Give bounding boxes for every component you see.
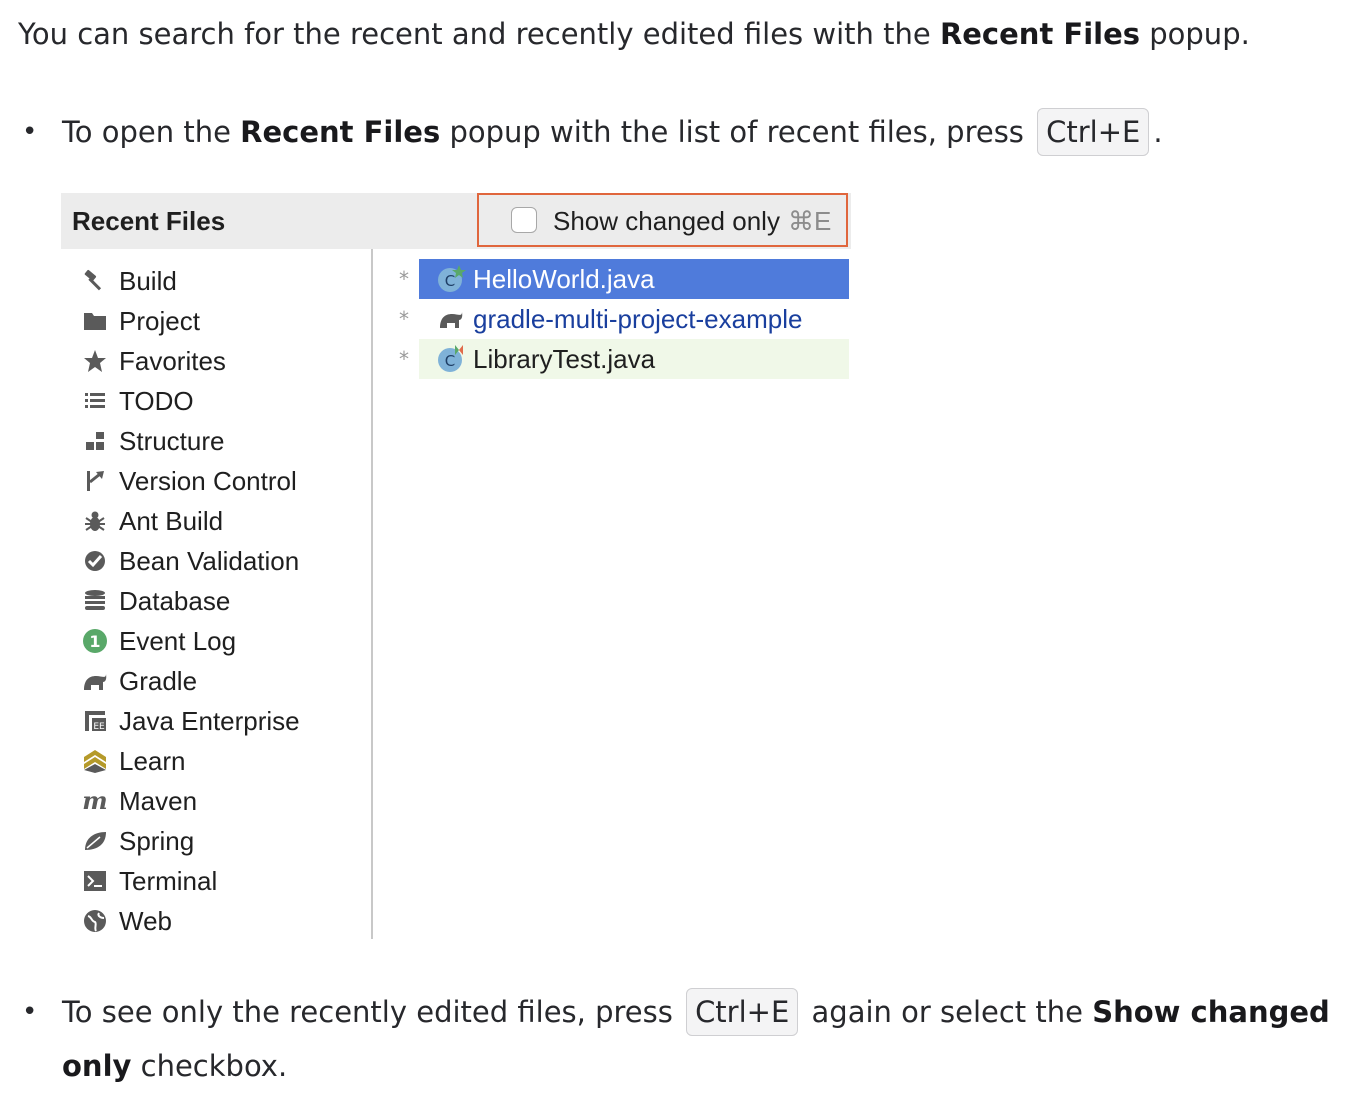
tool-window-label: Gradle bbox=[119, 666, 198, 696]
gradle-elephant-icon bbox=[81, 667, 109, 695]
tool-window-label: Database bbox=[119, 586, 231, 616]
bullet1-text-mid: popup with the list of recent files, pre… bbox=[440, 115, 1034, 149]
bullet2-text-end: checkbox. bbox=[131, 1049, 288, 1083]
bullet2-text-mid: again or select the bbox=[802, 995, 1093, 1029]
recent-file-entry[interactable]: gradle-multi-project-example bbox=[419, 299, 849, 339]
tool-window-label: Build bbox=[119, 266, 177, 296]
folder-icon bbox=[81, 307, 109, 335]
tool-window-list: Build Project Favorites TODO Structure Versio… bbox=[61, 249, 373, 939]
svg-text:m: m bbox=[82, 788, 107, 814]
java-class-icon: C bbox=[435, 263, 467, 295]
vcs-branch-icon bbox=[81, 467, 109, 495]
maven-m-icon: m bbox=[81, 787, 109, 815]
tool-window-item-maven[interactable]: m Maven bbox=[81, 781, 371, 821]
intro-text: You can search for the recent and recent… bbox=[18, 17, 940, 51]
terminal-icon bbox=[81, 867, 109, 895]
structure-icon bbox=[81, 427, 109, 455]
spring-leaf-icon bbox=[81, 827, 109, 855]
show-changed-shortcut: ⌘E bbox=[787, 206, 832, 236]
bullet-open-popup: • To open the Recent Files popup with the… bbox=[22, 105, 1352, 159]
changed-marker: * bbox=[399, 307, 409, 331]
tool-window-item-java-enterprise[interactable]: EE Java Enterprise bbox=[81, 701, 371, 741]
java-test-class-icon: C bbox=[435, 343, 467, 375]
tool-window-item-database[interactable]: Database bbox=[81, 581, 371, 621]
intro-bold: Recent Files bbox=[939, 17, 1141, 51]
hammer-icon bbox=[81, 267, 109, 295]
tool-window-item-favorites[interactable]: Favorites bbox=[81, 341, 371, 381]
tool-window-item-bean-validation[interactable]: Bean Validation bbox=[81, 541, 371, 581]
bullet1-bold: Recent Files bbox=[240, 115, 441, 149]
tool-window-item-build[interactable]: Build bbox=[81, 261, 371, 301]
show-changed-only-checkbox[interactable] bbox=[511, 207, 537, 233]
gradle-elephant-icon bbox=[435, 303, 467, 335]
tool-window-item-event-log[interactable]: 1 Event Log bbox=[81, 621, 371, 661]
learn-chevron-icon bbox=[81, 747, 109, 775]
svg-text:EE: EE bbox=[93, 722, 105, 732]
svg-text:1: 1 bbox=[89, 632, 100, 651]
svg-text:C: C bbox=[445, 352, 455, 370]
tool-window-item-web[interactable]: Web bbox=[81, 901, 371, 941]
tool-window-label: Bean Validation bbox=[119, 546, 300, 576]
bullet2-text: To see only the recently edited files, p… bbox=[62, 995, 683, 1029]
recent-file-row[interactable]: * C HelloWorld.java bbox=[391, 259, 851, 299]
popup-title: Recent Files bbox=[72, 206, 226, 236]
globe-icon bbox=[81, 907, 109, 935]
changed-marker: * bbox=[399, 347, 409, 371]
show-changed-only-highlight[interactable]: Show changed only ⌘E bbox=[477, 193, 848, 247]
tool-window-label: Favorites bbox=[119, 346, 226, 376]
recent-files-popup: Recent Files Show changed only ⌘E Build Pr… bbox=[61, 193, 851, 939]
popup-header: Recent Files Show changed only ⌘E bbox=[61, 193, 851, 249]
event-log-badge-icon: 1 bbox=[81, 627, 109, 655]
bullet-show-changed: • To see only the recently edited files, … bbox=[22, 985, 1352, 1093]
bean-validation-icon bbox=[81, 547, 109, 575]
show-changed-only-label[interactable]: Show changed only ⌘E bbox=[553, 205, 831, 237]
tool-window-label: Terminal bbox=[119, 866, 218, 896]
bullet1-text: To open the bbox=[62, 115, 241, 149]
ant-icon bbox=[81, 507, 109, 535]
bullet-dot: • bbox=[22, 117, 38, 147]
tool-window-label: Web bbox=[119, 906, 172, 936]
tool-window-label: Ant Build bbox=[119, 506, 224, 536]
bullet1-period: . bbox=[1153, 115, 1163, 149]
tool-window-label: Project bbox=[119, 306, 200, 336]
tool-window-label: TODO bbox=[119, 386, 194, 416]
recent-file-row[interactable]: * C LibraryTest.java bbox=[391, 339, 851, 379]
list-icon bbox=[81, 387, 109, 415]
database-icon bbox=[81, 587, 109, 615]
recent-file-entry[interactable]: C LibraryTest.java bbox=[419, 339, 849, 379]
show-changed-text: Show changed only bbox=[553, 206, 780, 236]
shortcut-ctrl-e: Ctrl+E bbox=[1037, 108, 1150, 156]
intro-text-end: popup. bbox=[1140, 17, 1250, 51]
tool-window-label: Event Log bbox=[119, 626, 237, 656]
changed-marker: * bbox=[399, 267, 409, 291]
tool-window-item-learn[interactable]: Learn bbox=[81, 741, 371, 781]
bullet-dot: • bbox=[22, 997, 38, 1027]
recent-file-name: HelloWorld.java bbox=[473, 264, 655, 294]
tool-window-item-terminal[interactable]: Terminal bbox=[81, 861, 371, 901]
shortcut-ctrl-e: Ctrl+E bbox=[686, 988, 799, 1036]
tool-window-label: Java Enterprise bbox=[119, 706, 300, 736]
tool-window-label: Maven bbox=[119, 786, 198, 816]
tool-window-item-ant-build[interactable]: Ant Build bbox=[81, 501, 371, 541]
tool-window-item-gradle[interactable]: Gradle bbox=[81, 661, 371, 701]
tool-window-item-spring[interactable]: Spring bbox=[81, 821, 371, 861]
tool-window-item-structure[interactable]: Structure bbox=[81, 421, 371, 461]
tool-window-label: Learn bbox=[119, 746, 186, 776]
tool-window-item-project[interactable]: Project bbox=[81, 301, 371, 341]
tool-window-item-version-control[interactable]: Version Control bbox=[81, 461, 371, 501]
tool-window-label: Version Control bbox=[119, 466, 297, 496]
tool-window-label: Spring bbox=[119, 826, 195, 856]
svg-text:C: C bbox=[445, 272, 455, 290]
recent-file-name: LibraryTest.java bbox=[473, 344, 656, 374]
recent-file-entry[interactable]: C HelloWorld.java bbox=[419, 259, 849, 299]
star-icon bbox=[81, 347, 109, 375]
java-ee-icon: EE bbox=[81, 707, 109, 735]
tool-window-item-todo[interactable]: TODO bbox=[81, 381, 371, 421]
intro-paragraph: You can search for the recent and recent… bbox=[18, 14, 1348, 54]
tool-window-label: Structure bbox=[119, 426, 225, 456]
recent-file-name: gradle-multi-project-example bbox=[473, 304, 803, 334]
recent-file-row[interactable]: * gradle-multi-project-example bbox=[391, 299, 851, 339]
